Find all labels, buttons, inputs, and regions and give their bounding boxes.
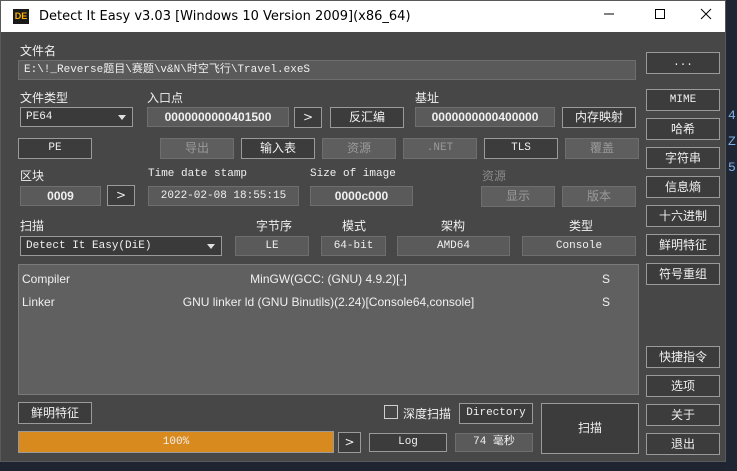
signatures-button[interactable]: 鲜明特征 (646, 234, 720, 256)
scan-engine-value: Detect It Easy(DiE) (26, 240, 152, 252)
export-button[interactable]: 导出 (160, 138, 234, 159)
sections-arrow-button[interactable]: > (107, 185, 135, 206)
chevron-down-icon (118, 115, 126, 120)
strings-button[interactable]: 字符串 (646, 147, 720, 169)
shortcuts-button[interactable]: 快捷指令 (646, 346, 720, 368)
type-label: 类型 (569, 219, 594, 233)
mime-button[interactable]: MIME (646, 89, 720, 111)
result-name: MinGW(GCC: (GNU) 4.9.2)[-] (250, 272, 407, 286)
result-row[interactable]: Compiler MinGW(GCC: (GNU) 4.9.2)[-] S (19, 268, 638, 290)
directory-button[interactable]: Directory (459, 403, 533, 424)
timestamp-label: Time date stamp (148, 168, 248, 180)
scan-results-panel[interactable]: Compiler MinGW(GCC: (GNU) 4.9.2)[-] S Li… (18, 264, 639, 395)
pe-button[interactable]: PE (18, 138, 92, 159)
scan-label: 扫描 (20, 219, 45, 233)
scan-button[interactable]: 扫描 (541, 403, 639, 454)
sections-count-field[interactable]: 0009 (20, 186, 101, 206)
log-button[interactable]: Log (369, 433, 447, 452)
resources-show-button[interactable]: 显示 (481, 186, 555, 207)
browse-button[interactable]: ... (646, 52, 720, 74)
minimize-icon (604, 13, 614, 15)
result-flag: S (602, 272, 611, 286)
entropy-button[interactable]: 信息熵 (646, 176, 720, 198)
hash-button[interactable]: 哈希 (646, 118, 720, 140)
import-button[interactable]: 输入表 (241, 138, 315, 159)
about-button[interactable]: 关于 (646, 404, 720, 426)
sections-label: 区块 (20, 169, 45, 183)
demangle-button[interactable]: 符号重组 (646, 263, 720, 285)
file-type-label: 文件类型 (20, 91, 69, 105)
endianness-label: 字节序 (256, 219, 293, 233)
chevron-down-icon (207, 244, 215, 249)
resources-section-label: 资源 (482, 169, 507, 183)
base-address-label: 基址 (415, 91, 440, 105)
file-name-label: 文件名 (20, 44, 57, 58)
result-row[interactable]: Linker GNU linker ld (GNU Binutils)(2.24… (19, 291, 638, 313)
mode-field: 64-bit (321, 236, 386, 256)
net-button[interactable]: .NET (403, 138, 477, 159)
file-type-select[interactable]: PE64 (20, 107, 133, 127)
title-bar[interactable]: DE Detect It Easy v3.03 [Windows 10 Vers… (1, 1, 725, 32)
scan-engine-select[interactable]: Detect It Easy(DiE) (20, 236, 222, 256)
maximize-button[interactable] (637, 1, 683, 32)
background-char: Z (728, 134, 736, 149)
app-icon: DE (13, 9, 29, 24)
resources-button[interactable]: 资源 (322, 138, 396, 159)
timestamp-field[interactable]: 2022-02-08 18:55:15 (148, 186, 299, 206)
progress-text: 100% (162, 436, 190, 448)
memory-map-button[interactable]: 内存映射 (562, 107, 636, 128)
background-editor-strip: 4 Z 5 (725, 0, 737, 471)
file-path-field[interactable]: E:\!_Reverse题目\赛题\v&N\时空飞行\Travel.exeS (18, 60, 636, 80)
result-name: GNU linker ld (GNU Binutils)(2.24)[Conso… (182, 295, 475, 309)
file-type-value: PE64 (26, 111, 53, 123)
signatures-bottom-button[interactable]: 鲜明特征 (18, 402, 92, 424)
elapsed-time-field: 74 毫秒 (455, 433, 533, 452)
mode-label: 模式 (342, 219, 367, 233)
type-field: Console (522, 236, 636, 256)
disassemble-button[interactable]: 反汇编 (330, 107, 404, 128)
entry-point-label: 入口点 (147, 91, 184, 105)
result-flag: S (602, 295, 611, 309)
exit-button[interactable]: 退出 (646, 433, 720, 455)
close-button[interactable] (683, 1, 729, 32)
window-title: Detect It Easy v3.03 [Windows 10 Version… (39, 9, 411, 24)
deep-scan-label: 深度扫描 (403, 407, 452, 421)
entry-point-field[interactable]: 0000000000401500 (147, 107, 289, 127)
tls-button[interactable]: TLS (484, 138, 558, 159)
die-main-window: DE Detect It Easy v3.03 [Windows 10 Vers… (0, 0, 726, 462)
entry-point-arrow-button[interactable]: > (294, 107, 322, 128)
progress-arrow-button[interactable]: > (338, 432, 361, 453)
endianness-field: LE (235, 236, 309, 256)
base-address-field[interactable]: 0000000000400000 (415, 107, 555, 127)
hex-button[interactable]: 十六进制 (646, 205, 720, 227)
arch-field: AMD64 (397, 236, 510, 256)
resources-version-button[interactable]: 版本 (562, 186, 636, 207)
options-button[interactable]: 选项 (646, 375, 720, 397)
image-size-label: Size of image (310, 168, 396, 180)
minimize-button[interactable] (586, 1, 632, 32)
maximize-icon (655, 9, 665, 19)
scan-progress-bar: 100% (18, 431, 334, 453)
overlay-button[interactable]: 覆盖 (565, 138, 639, 159)
image-size-field[interactable]: 0000c000 (310, 186, 413, 206)
background-char: 5 (728, 160, 736, 175)
deep-scan-checkbox[interactable] (384, 405, 398, 419)
close-icon (700, 8, 712, 20)
arch-label: 架构 (441, 219, 466, 233)
background-char: 4 (728, 108, 736, 123)
